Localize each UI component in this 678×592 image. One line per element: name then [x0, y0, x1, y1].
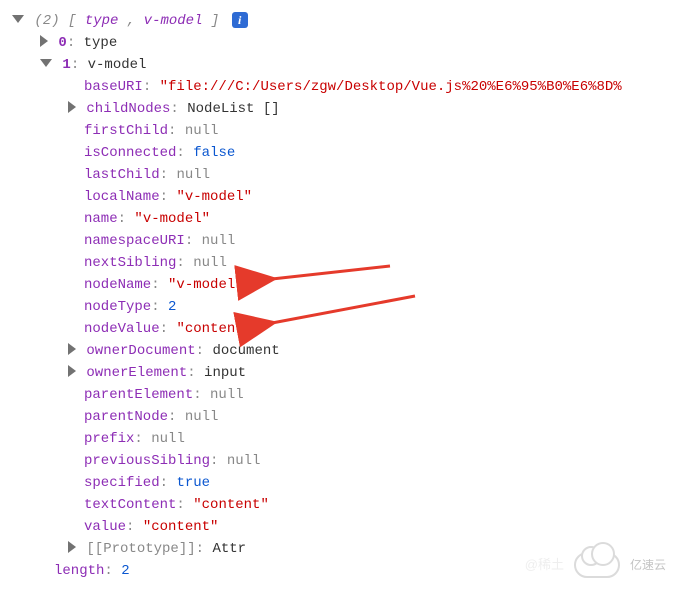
array-length-label: (2): [34, 13, 59, 29]
chevron-right-icon[interactable]: [68, 365, 76, 377]
chevron-right-icon[interactable]: [68, 541, 76, 553]
prop-namespaceuri[interactable]: namespaceURI: null: [12, 230, 666, 252]
chevron-right-icon[interactable]: [68, 343, 76, 355]
prop-localname[interactable]: localName: "v-model": [12, 186, 666, 208]
summary-item-1: v-model: [144, 13, 203, 29]
prop-lastchild[interactable]: lastChild: null: [12, 164, 666, 186]
prop-parentnode[interactable]: parentNode: null: [12, 406, 666, 428]
prop-previoussibling[interactable]: previousSibling: null: [12, 450, 666, 472]
prop-specified[interactable]: specified: true: [12, 472, 666, 494]
prop-prefix[interactable]: prefix: null: [12, 428, 666, 450]
prop-value[interactable]: value: "content": [12, 516, 666, 538]
prop-ownerdocument[interactable]: ownerDocument: document: [12, 340, 666, 362]
watermark: @稀土 亿速云: [525, 552, 666, 578]
array-item-1-value: v-model: [88, 57, 147, 73]
array-summary-row[interactable]: (2) [ type , v-model ] i: [12, 10, 666, 32]
prop-baseuri[interactable]: baseURI: "file:///C:/Users/zgw/Desktop/V…: [12, 76, 666, 98]
info-icon[interactable]: i: [232, 12, 248, 28]
summary-item-0: type: [85, 13, 119, 29]
prop-ownerelement[interactable]: ownerElement: input: [12, 362, 666, 384]
expand-toggle-icon[interactable]: [40, 59, 52, 67]
prop-nodename[interactable]: nodeName: "v-model": [12, 274, 666, 296]
prop-firstchild[interactable]: firstChild: null: [12, 120, 666, 142]
array-item-1[interactable]: 1: v-model: [12, 54, 666, 76]
array-item-0-value: type: [84, 35, 118, 51]
cloud-icon: [574, 552, 620, 578]
chevron-right-icon[interactable]: [40, 35, 48, 47]
chevron-right-icon[interactable]: [68, 101, 76, 113]
expand-toggle-icon[interactable]: [12, 15, 24, 23]
prop-nextsibling[interactable]: nextSibling: null: [12, 252, 666, 274]
prop-textcontent[interactable]: textContent: "content": [12, 494, 666, 516]
prop-childnodes[interactable]: childNodes: NodeList []: [12, 98, 666, 120]
array-item-0[interactable]: 0: type: [12, 32, 666, 54]
prop-nodevalue[interactable]: nodeValue: "content": [12, 318, 666, 340]
prop-isconnected[interactable]: isConnected: false: [12, 142, 666, 164]
prop-parentelement[interactable]: parentElement: null: [12, 384, 666, 406]
prop-nodetype[interactable]: nodeType: 2: [12, 296, 666, 318]
prop-name[interactable]: name: "v-model": [12, 208, 666, 230]
